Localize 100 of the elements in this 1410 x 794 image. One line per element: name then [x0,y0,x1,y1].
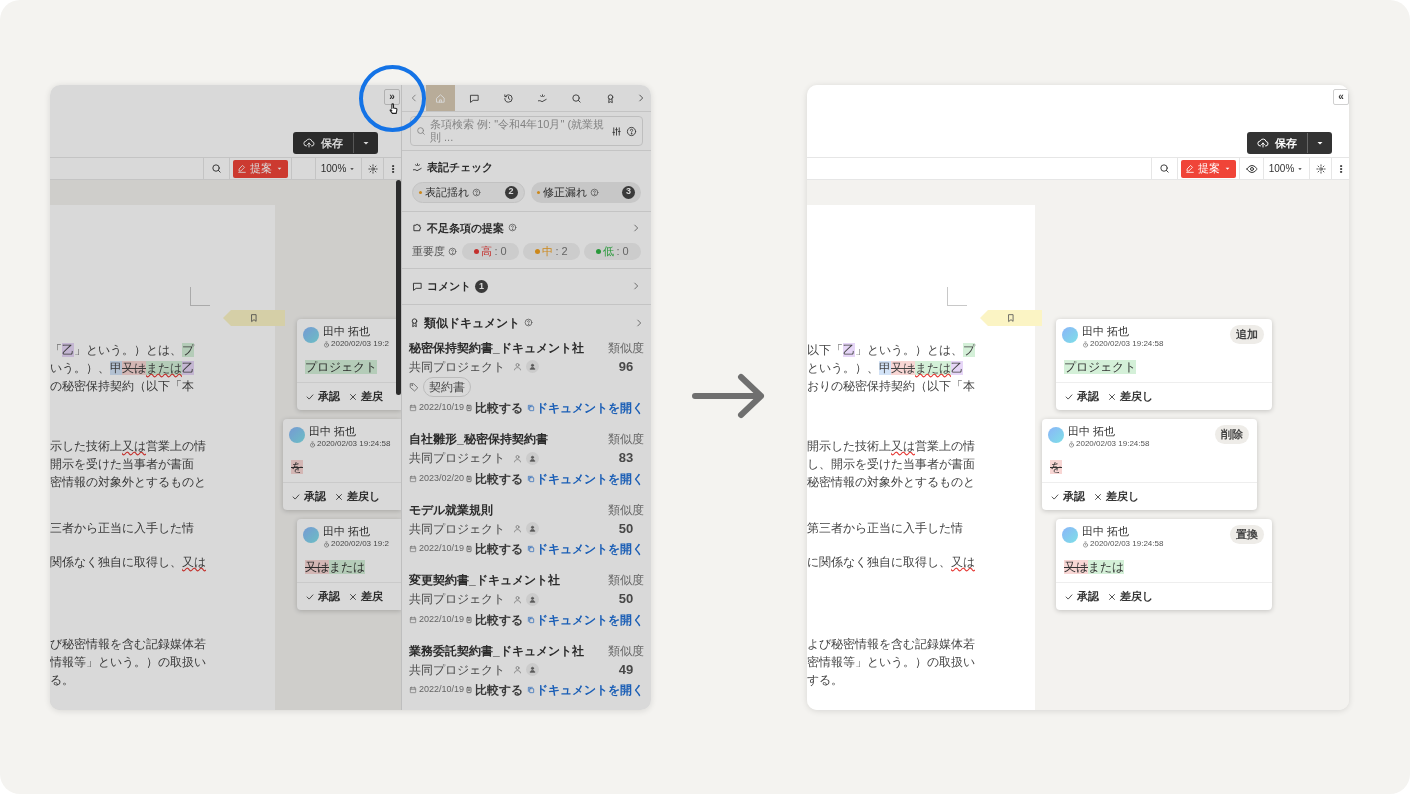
avatar [289,427,305,443]
speech-bubble-icon [469,92,480,104]
compare-button[interactable]: 比較する [465,610,523,629]
reject-button[interactable]: 差戻し [334,488,380,505]
person-icon [513,594,522,604]
open-document-link[interactable]: ドキュメントを開く [527,610,644,629]
document-title[interactable]: 自社雛形_秘密保持契約書 [409,430,548,448]
search-icon [1159,163,1170,174]
approve-button[interactable]: 承認 [291,488,326,505]
change-type-badge: 削除 [1215,425,1249,444]
reject-button[interactable]: 差戻し [1107,588,1153,605]
document-line: よび秘密情報を含む記録媒体若 [807,636,976,653]
close-icon [334,491,344,502]
section-header[interactable]: 不足条項の提案 [412,219,641,236]
count-badge: 1 [475,279,488,293]
ribbon-icon [605,92,616,104]
severity-label: 重要度 [412,244,445,260]
stopwatch-icon [1082,340,1089,348]
zoom-dropdown[interactable]: 100% [1263,158,1309,179]
search-icon [571,92,582,104]
person-icon [513,453,522,463]
document-line: 密情報の対象外とするものと [50,474,207,491]
reject-button[interactable]: 差戻し [1107,388,1153,405]
open-document-link[interactable]: ドキュメントを開く [527,469,644,488]
scrollbar[interactable] [396,180,401,395]
approve-button[interactable]: 承認 [305,388,340,405]
search-icon [211,163,222,174]
reject-button[interactable]: 差戻し [1093,488,1139,505]
compare-button[interactable]: 比較する [465,540,523,558]
document-title[interactable]: モデル就業規則 [409,500,539,519]
document-line: の秘密保持契約（以下「本 [50,378,195,395]
panel-toggle-button[interactable]: « [1333,89,1349,105]
document-line: 関係なく独自に取得し、又は [50,554,207,571]
reject-button[interactable]: 差戻 [348,388,383,405]
copy-icon [527,545,535,553]
check-icon [1050,491,1060,502]
check-chip[interactable]: 表記揺れ 2 [412,181,525,203]
reject-button[interactable]: 差戻 [348,588,383,605]
similarity-score: 49 [618,660,634,679]
compare-button[interactable]: 比較する [465,469,523,488]
document-title[interactable]: 秘密保持契約書_ドキュメント社 [409,338,584,357]
timestamp: 2020/02/03 19:24:58 [317,438,391,450]
zoom-dropdown[interactable]: 100% [315,158,361,179]
section-header[interactable]: コメント 1 [412,278,641,295]
timestamp: 2020/02/03 19:24:58 [1090,538,1164,550]
check-chip[interactable]: 修正漏れ 3 [530,181,641,203]
clipboard-icon [465,474,473,483]
document-title[interactable]: 変更契約書_ドキュメント社 [409,571,560,589]
severity-chip: 中 : 2 [523,243,580,260]
similarity-score: 50 [618,519,634,538]
section-header[interactable]: 類似ドキュメント [406,313,647,332]
close-icon [348,591,358,602]
document-line: び秘密情報を含む記録媒体若 [50,636,207,653]
compare-button[interactable]: 比較する [465,681,523,699]
approve-button[interactable]: 承認 [1050,488,1085,505]
calendar-icon [409,615,417,624]
approve-button[interactable]: 承認 [305,588,340,605]
approve-button[interactable]: 承認 [1064,388,1099,405]
approve-button[interactable]: 承認 [1064,588,1099,605]
project-name: 共同プロジェクト [409,358,505,376]
close-icon [1093,491,1103,502]
similarity-score: 83 [618,449,634,467]
pen-icon [1185,163,1195,174]
stopwatch-icon [1068,440,1075,448]
document-line: 三者から正当に入手した情 [50,520,195,537]
document-line: 開示した技術上又は営業上の情 [807,438,976,455]
suggest-mode-button[interactable]: 提案 [233,159,288,178]
panel-toggle-button[interactable]: » [384,89,400,105]
speech-bubble-icon [412,280,423,292]
help-icon [589,187,599,197]
clipboard-icon [465,545,473,553]
suggest-mode-button[interactable]: 提案 [1181,159,1236,178]
stopwatch-icon [323,340,330,348]
similarity-label: 類似度 [608,642,644,660]
similarity-label: 類似度 [608,572,644,589]
document-line: 示した技術上又は営業上の情 [50,438,207,455]
suggested-change: 又は または [305,560,365,574]
compare-button[interactable]: 比較する [465,399,523,417]
project-name: 共同プロジェクト [409,520,505,538]
open-document-link[interactable]: ドキュメントを開く [527,399,644,417]
calendar-icon [409,474,417,483]
bookmark-tag[interactable] [223,310,285,326]
page-corner-mark [947,287,967,306]
bookmark-tag[interactable] [980,310,1042,326]
open-document-link[interactable]: ドキュメントを開く [527,540,644,558]
document-title[interactable]: 業務委託契約書_ドキュメント社 [409,641,584,660]
similarity-label: 類似度 [608,501,644,519]
avatar [1048,427,1064,443]
open-document-link[interactable]: ドキュメントを開く [527,681,644,699]
document-line: し、開示を受けた当事者が書面 [807,456,976,473]
author-name: 田中 拓也 [323,525,372,538]
clause-search-field[interactable]: 条項検索 例: "令和4年10月" (就業規則 ... [410,116,643,146]
arrow-icon [691,373,767,419]
stopwatch-icon [323,540,330,548]
page-corner-mark [190,287,210,306]
hand-sparkle-icon [412,161,423,173]
cloud-upload-icon [303,137,315,149]
document-line: という。）、甲又は または乙 [807,360,964,377]
document-line: おりの秘密保持契約（以下「本 [807,378,976,395]
project-name: 共同プロジェクト [409,450,505,467]
